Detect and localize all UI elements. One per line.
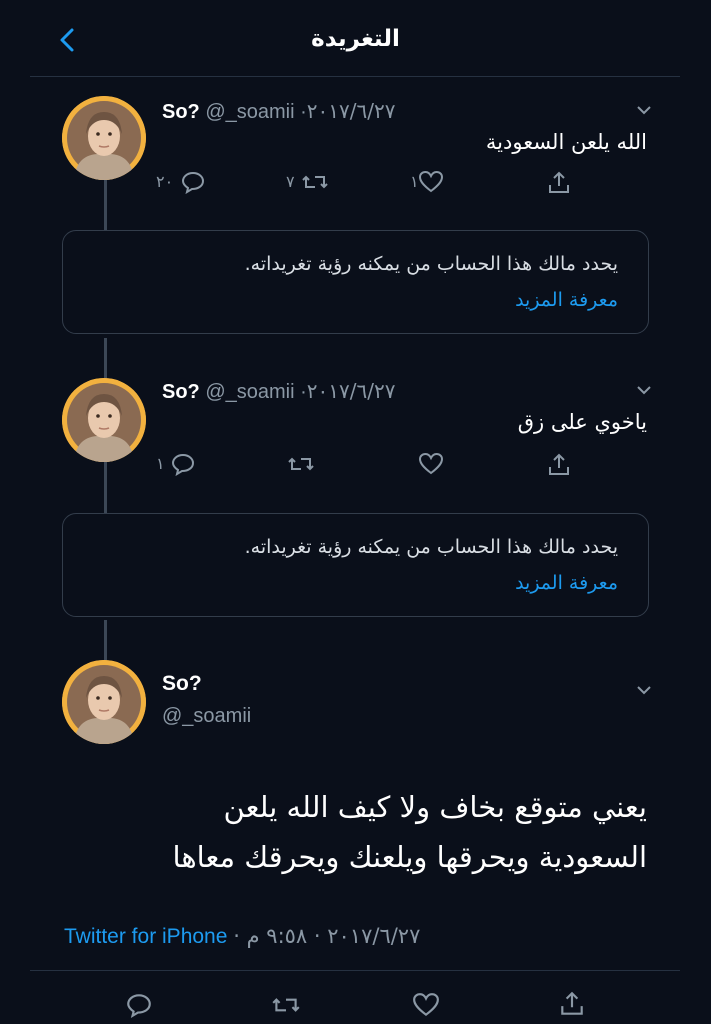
share-icon — [549, 171, 569, 193]
avatar-image — [62, 660, 146, 744]
like-button[interactable]: ١ — [410, 168, 470, 196]
retweet-icon — [288, 457, 314, 471]
thread-line — [104, 620, 107, 664]
retweet-button[interactable] — [286, 450, 326, 478]
heart-icon — [413, 993, 439, 1017]
top-bar: التغريدة — [0, 0, 711, 80]
tweet-text-line: السعودية ويحرقها ويلعنك ويحرقك معاها — [172, 840, 647, 874]
separator-dot: · — [300, 101, 307, 123]
retweet-count: ٧ — [286, 174, 295, 191]
share-button[interactable] — [558, 988, 588, 1016]
retweet-icon — [302, 175, 328, 189]
notice-text: يحدد مالك هذا الحساب من يمكنه رؤية تغريد… — [244, 536, 618, 558]
reply-button[interactable] — [125, 990, 155, 1018]
separator-dot: · — [233, 924, 247, 948]
share-icon — [561, 991, 583, 1015]
reply-button[interactable]: ٢٠ — [156, 168, 216, 196]
reply-count: ١ — [156, 456, 165, 473]
tweet-menu-button[interactable] — [635, 681, 653, 695]
author-handle[interactable]: @_soamii — [162, 705, 251, 728]
author-name[interactable]: So? — [162, 101, 200, 123]
heart-icon — [418, 170, 444, 193]
author-handle[interactable]: @_soamii — [205, 101, 294, 123]
tweet-menu-button[interactable] — [635, 101, 653, 115]
protected-account-notice: يحدد مالك هذا الحساب من يمكنه رؤية تغريد… — [62, 230, 649, 334]
thread-line — [104, 176, 107, 230]
share-button[interactable] — [546, 168, 576, 196]
tweet-datetime: ٢٠١٧/٦/٢٧ · ٩:٥٨ م — [246, 924, 421, 948]
header-divider — [30, 76, 680, 77]
share-icon — [549, 453, 569, 475]
learn-more-link[interactable]: معرفة المزيد — [515, 289, 618, 311]
tweet-menu-button[interactable] — [635, 381, 653, 395]
tweet-text: ياخوي على زق — [517, 410, 647, 434]
like-button[interactable] — [412, 990, 442, 1018]
tweet-text: الله يلعن السعودية — [485, 130, 647, 154]
reply-button[interactable]: ١ — [156, 450, 216, 478]
reply-icon — [127, 994, 151, 1018]
author-name[interactable]: So? — [162, 381, 200, 403]
retweet-button[interactable] — [270, 990, 302, 1018]
retweet-icon — [272, 998, 300, 1012]
avatar[interactable] — [62, 378, 146, 462]
thread-line — [104, 455, 107, 513]
page-title: التغريدة — [311, 26, 400, 52]
tweet-meta: Twitter for iPhone · ٢٠١٧/٦/٢٧ · ٩:٥٨ م — [64, 924, 420, 949]
avatar[interactable] — [62, 660, 146, 744]
heart-icon — [418, 452, 444, 475]
author-name[interactable]: So? — [162, 672, 202, 696]
reply-count: ٢٠ — [156, 174, 174, 191]
like-button[interactable] — [418, 450, 448, 478]
tweet-date: ٢٠١٧/٦/٢٧ — [306, 99, 396, 123]
retweet-button[interactable]: ٧ — [286, 168, 346, 196]
source-link[interactable]: Twitter for iPhone — [64, 925, 227, 948]
learn-more-link[interactable]: معرفة المزيد — [515, 572, 618, 594]
protected-account-notice: يحدد مالك هذا الحساب من يمكنه رؤية تغريد… — [62, 513, 649, 617]
chevron-down-icon — [637, 106, 651, 115]
share-button[interactable] — [546, 450, 576, 478]
meta-divider — [30, 970, 680, 971]
chevron-down-icon — [637, 386, 651, 395]
tweet-date: ٢٠١٧/٦/٢٧ — [306, 379, 396, 403]
tweet-text-line: يعني متوقع بخاف ولا كيف الله يلعن — [223, 790, 647, 824]
tweet-header: So? @_soamii ·٢٠١٧/٦/٢٧ — [162, 99, 395, 124]
notice-text: يحدد مالك هذا الحساب من يمكنه رؤية تغريد… — [244, 253, 618, 275]
avatar[interactable] — [62, 96, 146, 180]
reply-icon — [171, 453, 195, 476]
reply-icon — [181, 171, 205, 194]
separator-dot: · — [300, 381, 307, 403]
chevron-down-icon — [637, 686, 651, 695]
avatar-image — [62, 378, 146, 462]
tweet-header: So? @_soamii ·٢٠١٧/٦/٢٧ — [162, 379, 395, 404]
avatar-image — [62, 96, 146, 180]
author-handle[interactable]: @_soamii — [205, 381, 294, 403]
